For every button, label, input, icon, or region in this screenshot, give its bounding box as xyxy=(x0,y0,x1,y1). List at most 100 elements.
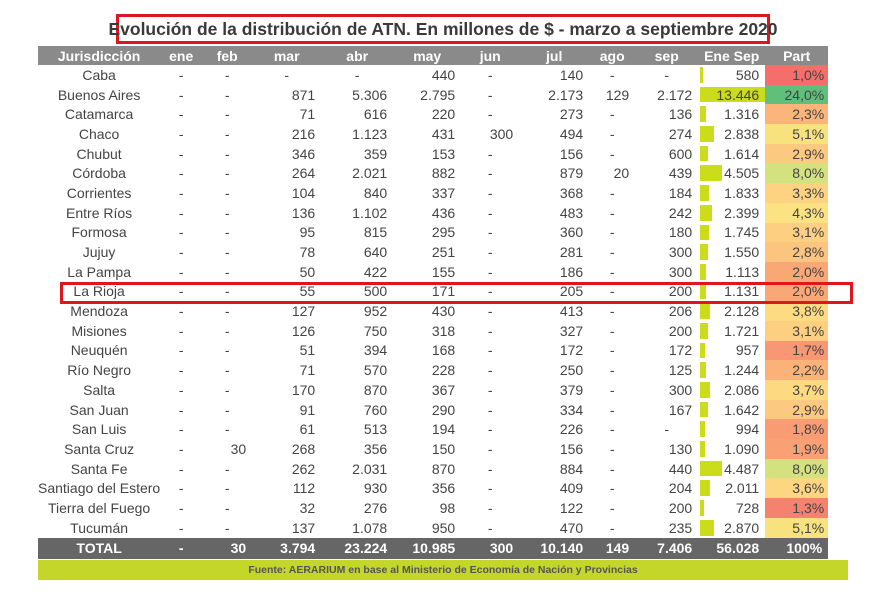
table-row: Misiones - - 126 750 318 - 327 - 200 1.721 3,1% xyxy=(38,320,829,341)
data-bar xyxy=(700,519,714,536)
table-row: Mendoza - - 127 952 430 - 413 - 206 2.128 3,8% xyxy=(38,301,829,321)
cell-ene-sep-value: 4.487 xyxy=(724,460,760,477)
table-row: Santa Cruz - 30 268 356 150 - 156 - 130 1.090 1,9% xyxy=(38,439,829,459)
cell-abr: 513 xyxy=(363,421,388,438)
cell-sep: 440 xyxy=(668,460,693,477)
cell-ene-sep: 1.113 xyxy=(698,262,765,282)
cell-ene-sep-value: 2.399 xyxy=(724,204,760,221)
cell-ene-sep-value: 994 xyxy=(735,421,760,438)
cell-sep: 300 xyxy=(668,381,693,398)
cell-ago: - xyxy=(609,440,615,457)
cell-may: 431 xyxy=(431,125,456,142)
cell-jul: 379 xyxy=(559,381,584,398)
cell-jurisdiccion: Chubut xyxy=(76,145,122,162)
table-row: Jujuy - - 78 640 251 - 281 - 300 1.550 2,8% xyxy=(38,242,829,262)
cell-abr: 952 xyxy=(363,303,388,320)
cell-jul: 226 xyxy=(559,421,584,438)
cell-feb: - xyxy=(224,145,230,162)
cell-ene-sep-value: 1.614 xyxy=(724,145,760,162)
cell-may: 153 xyxy=(431,145,456,162)
cell-ene: - xyxy=(178,401,184,418)
cell-ene: - xyxy=(178,381,184,398)
cell-ene: - xyxy=(178,204,184,221)
cell-jul: 172 xyxy=(559,342,584,359)
cell-mar: 61 xyxy=(299,421,316,438)
cell-jun: - xyxy=(487,362,493,379)
cell-ene-sep: 4.505 xyxy=(698,163,765,183)
data-bar xyxy=(700,382,711,398)
cell-may: 356 xyxy=(431,480,456,497)
cell-sep: 206 xyxy=(668,303,693,320)
cell-ene-sep-value: 2.086 xyxy=(724,381,760,398)
cell-ene-sep-value: 2.011 xyxy=(725,480,760,497)
cell-may: 870 xyxy=(431,460,456,477)
cell-ene-sep: 1.721 xyxy=(698,321,765,341)
table-row: Formosa - - 95 815 295 - 360 - 180 1.745 3,1% xyxy=(38,222,829,243)
cell-ago: - xyxy=(609,519,615,536)
cell-part: 1,0% xyxy=(765,65,829,85)
table-row: Entre Ríos - - 136 1.102 436 - 483 - 242 2.399 4,3% xyxy=(38,202,829,223)
cell-may: 220 xyxy=(431,106,456,123)
cell-ago: - xyxy=(609,204,615,221)
cell-ene-sep: 1.550 xyxy=(698,242,765,262)
cell-feb: - xyxy=(224,401,230,418)
cell-ene-sep: 13.446 xyxy=(698,85,765,105)
cell-jurisdiccion: Jujuy xyxy=(82,244,116,261)
table-row: Tierra del Fuego - - 32 276 98 - 122 - 200 728 1,3% xyxy=(38,498,829,518)
cell-part: 2,9% xyxy=(765,143,829,164)
cell-jurisdiccion: Corrientes xyxy=(66,184,132,201)
cell-may: 150 xyxy=(431,440,456,457)
cell-ene: - xyxy=(178,460,184,477)
cell-jun: - xyxy=(487,322,493,339)
cell-ene-sep-value: 1.721 xyxy=(724,322,760,339)
data-bar xyxy=(700,224,709,241)
cell-feb: - xyxy=(224,381,230,398)
cell-ene-sep-value: 2.128 xyxy=(724,303,760,320)
cell-jul: 494 xyxy=(559,125,584,142)
cell-jun: - xyxy=(487,106,493,123)
total-label: TOTAL xyxy=(38,537,161,559)
data-bar xyxy=(700,421,705,438)
header-ene-sep: Ene Sep xyxy=(698,46,766,65)
table-row: Chaco - - 216 1.123 431 300 494 - 274 2.838 5,1% xyxy=(38,124,829,144)
cell-may: 155 xyxy=(431,263,456,280)
cell-ene: - xyxy=(178,322,184,339)
cell-jun: - xyxy=(487,342,493,359)
cell-ene-sep-value: 1.113 xyxy=(725,263,760,280)
cell-sep: 204 xyxy=(668,480,693,497)
cell-jun: - xyxy=(487,401,493,418)
cell-abr: 616 xyxy=(363,106,388,123)
table-row: Córdoba - - 264 2.021 882 - 879 20 439 4.505 8,0% xyxy=(38,163,829,184)
cell-sep: 125 xyxy=(668,362,693,379)
cell-ene-sep-value: 2.870 xyxy=(724,519,760,536)
total-abr: 23.224 xyxy=(321,537,394,559)
cell-ene-sep-value: 2.838 xyxy=(724,125,760,142)
cell-mar: 104 xyxy=(291,184,316,201)
cell-part: 2,8% xyxy=(765,242,829,262)
cell-ene: - xyxy=(178,519,184,536)
cell-ene-sep: 1.642 xyxy=(698,400,765,420)
cell-ene-sep-value: 1.244 xyxy=(724,362,760,379)
data-bar xyxy=(700,126,714,142)
cell-abr: 815 xyxy=(363,224,388,241)
cell-sep: 167 xyxy=(668,401,693,418)
header-ago: ago xyxy=(589,46,636,65)
cell-jul: 470 xyxy=(559,519,584,536)
table-row: Río Negro - - 71 570 228 - 250 - 125 1.244 2,2% xyxy=(38,360,829,380)
table-title: Evolución de la distribución de ATN. En … xyxy=(108,14,778,44)
cell-feb: - xyxy=(224,263,230,280)
cell-may: 194 xyxy=(431,421,456,438)
data-bar xyxy=(700,441,706,457)
table-row: Tucumán - - 137 1.078 950 - 470 - 235 2.870 5,1% xyxy=(38,517,829,538)
cell-mar: 126 xyxy=(291,322,316,339)
cell-ene-sep-value: 1.550 xyxy=(724,244,760,261)
cell-jurisdiccion: San Juan xyxy=(69,401,129,418)
cell-jun: - xyxy=(487,184,493,201)
cell-sep: 439 xyxy=(668,165,693,182)
cell-sep: - xyxy=(664,421,670,438)
cell-ago: - xyxy=(609,401,615,418)
cell-ene-sep-value: 1.745 xyxy=(724,224,760,241)
cell-jun: - xyxy=(487,381,493,398)
cell-feb: - xyxy=(224,204,230,221)
cell-ago: - xyxy=(609,303,615,320)
